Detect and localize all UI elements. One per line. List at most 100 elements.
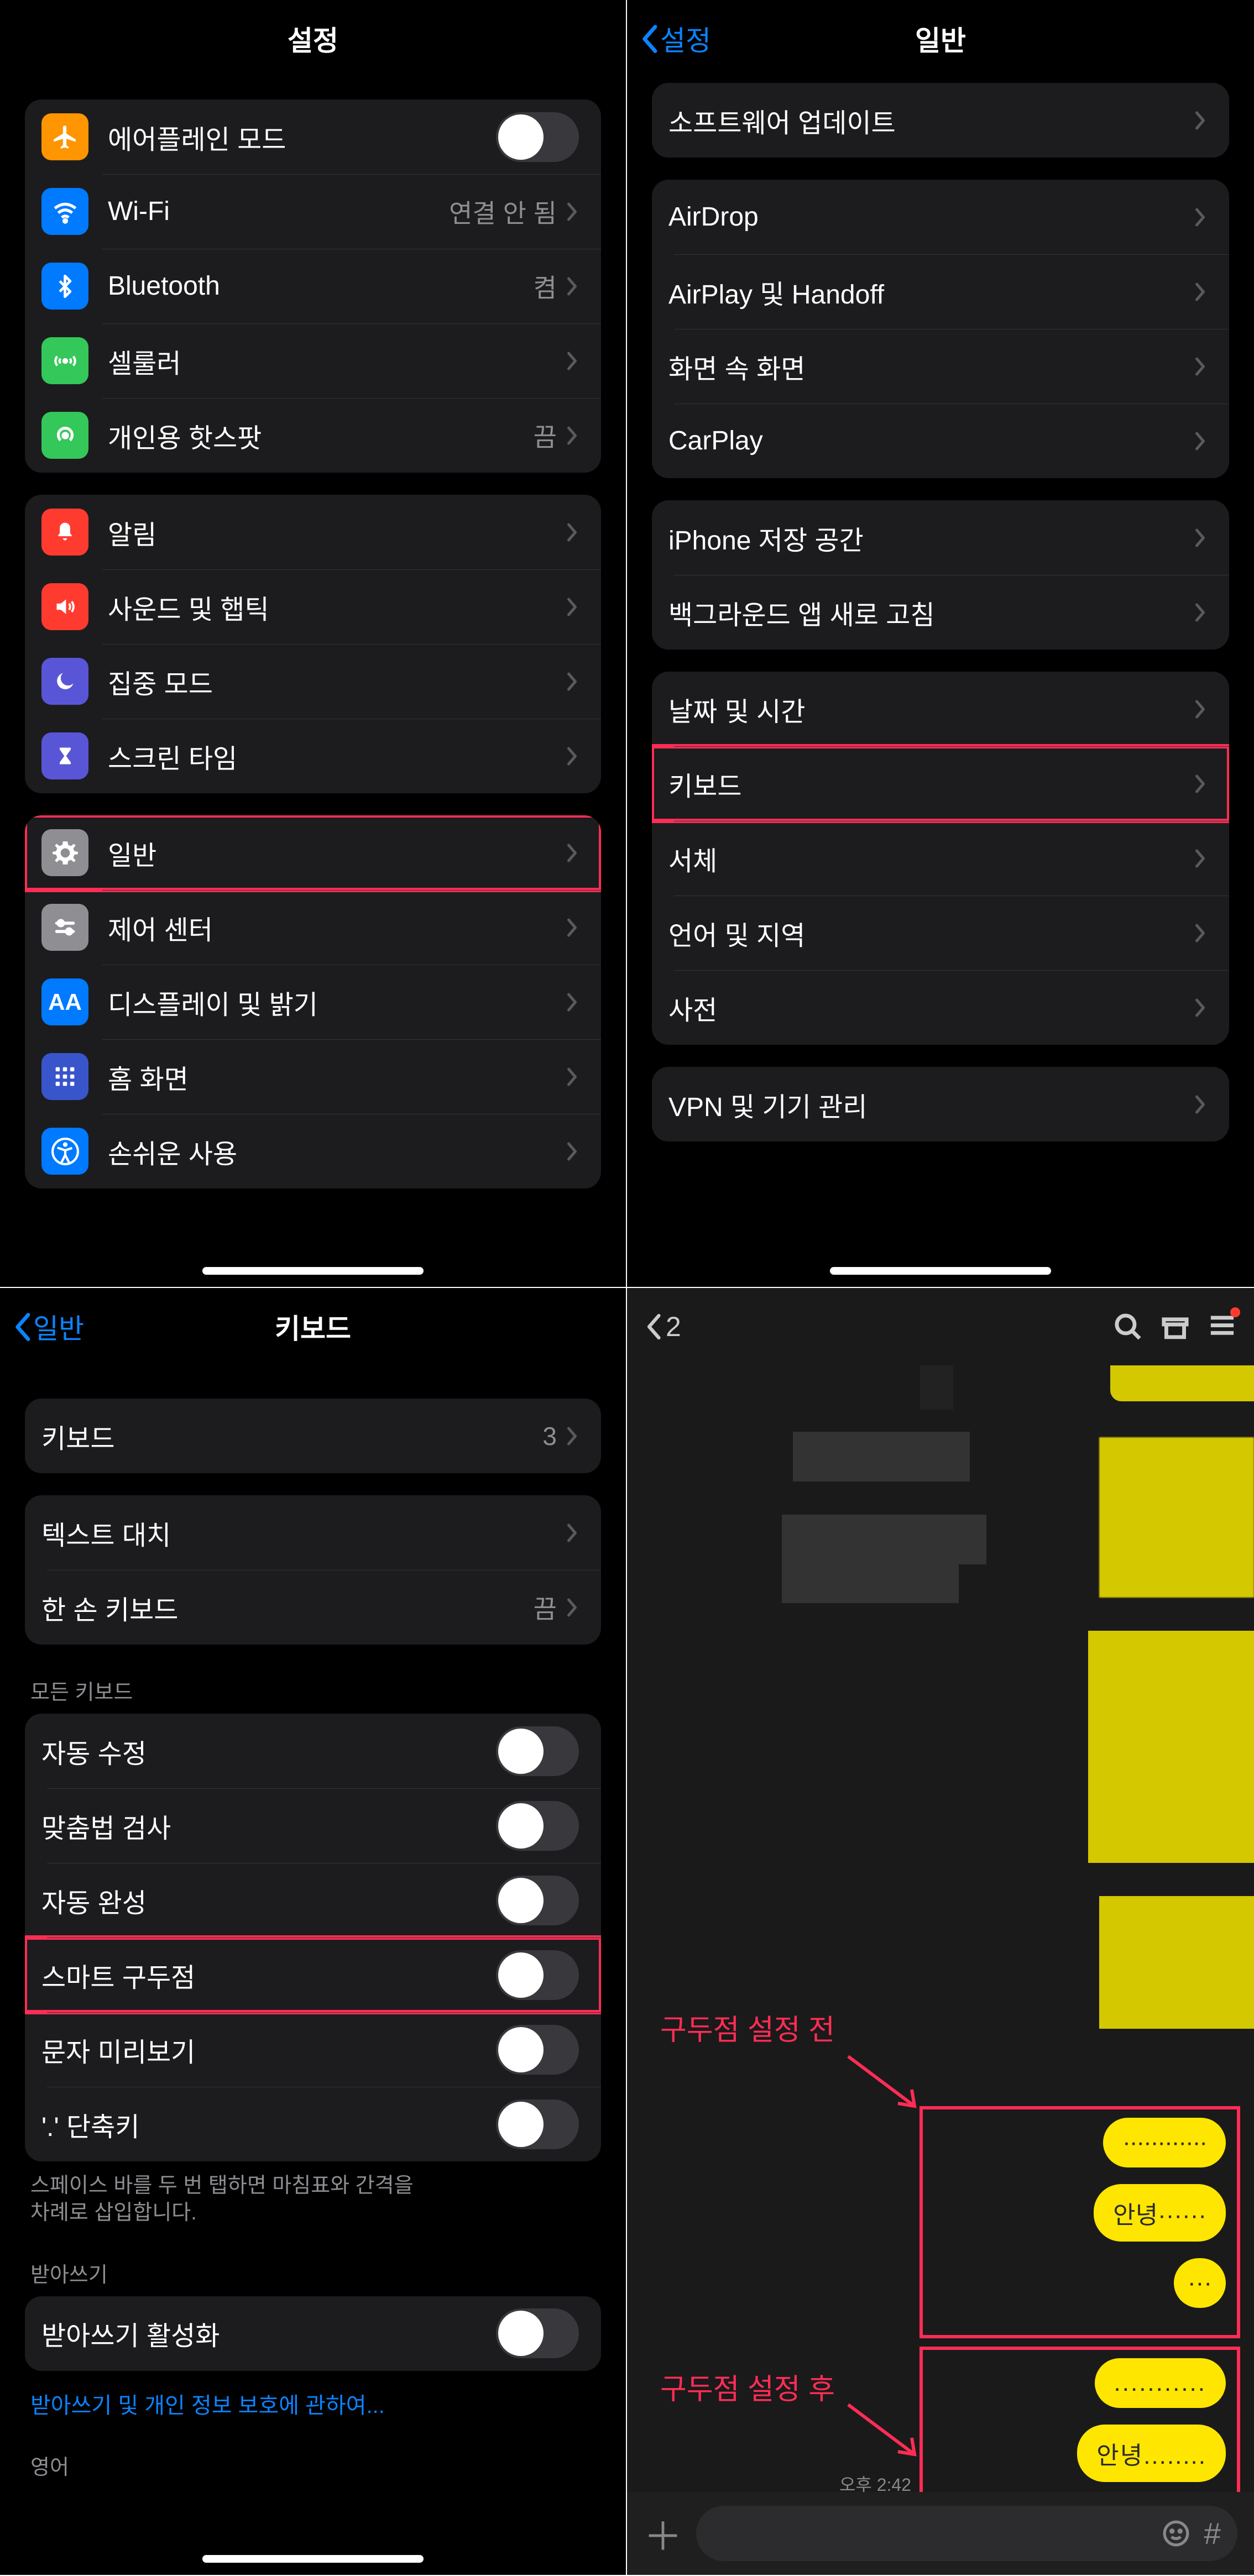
hotspot-icon [41, 412, 88, 459]
row-label: 디스플레이 및 밝기 [108, 983, 318, 1022]
settings-row[interactable]: 셀룰러 [25, 323, 601, 398]
aa-icon: AA [41, 978, 88, 1025]
row-label: 제어 센터 [108, 908, 213, 947]
row-label: 텍스트 대치 [41, 1514, 171, 1552]
settings-row[interactable]: 언어 및 지역 [652, 896, 1229, 970]
settings-row[interactable]: 자동 완성 [25, 1863, 601, 1938]
settings-row[interactable]: Bluetooth 켬 [25, 249, 601, 323]
settings-row[interactable]: 일반 [25, 815, 601, 890]
dictation-privacy-link[interactable]: 받아쓰기 및 개인 정보 보호에 관하여... [30, 2387, 595, 2420]
settings-row[interactable]: 백그라운드 앱 새로 고침 [652, 575, 1229, 650]
back-button[interactable]: 설정 [638, 19, 711, 59]
settings-row[interactable]: 맞춤법 검사 [25, 1788, 601, 1863]
toggle-switch[interactable] [496, 1950, 579, 2000]
row-detail: 끔 [534, 1589, 557, 1626]
back-button[interactable]: 2 [644, 1311, 681, 1343]
accessibility-icon [41, 1128, 88, 1175]
settings-row[interactable]: 문자 미리보기 [25, 2012, 601, 2087]
toggle-switch[interactable] [496, 2025, 579, 2075]
home-indicator[interactable] [202, 2555, 424, 2563]
header: 설정 [0, 0, 626, 77]
settings-row[interactable]: AA 디스플레이 및 밝기 [25, 965, 601, 1039]
home-indicator[interactable] [202, 1267, 424, 1275]
chat-header: 2 [627, 1288, 1254, 1365]
row-label: Bluetooth [108, 271, 220, 301]
toggle-switch[interactable] [496, 1726, 579, 1776]
back-label: 설정 [660, 19, 711, 59]
header: 일반 키보드 [0, 1288, 626, 1365]
settings-row[interactable]: 집중 모드 [25, 644, 601, 719]
row-label: 맞춤법 검사 [41, 1807, 171, 1845]
back-button[interactable]: 일반 [11, 1307, 84, 1347]
settings-row[interactable]: 화면 속 화면 [652, 329, 1229, 404]
row-label: 집중 모드 [108, 662, 213, 701]
message-input[interactable]: # [696, 2506, 1237, 2561]
row-label: iPhone 저장 공간 [668, 519, 864, 557]
message-time: 오후 2:42 [839, 2471, 911, 2492]
annotation-after: 구두점 설정 후 [660, 2366, 835, 2407]
settings-row[interactable]: 자동 수정 [25, 1714, 601, 1788]
search-icon[interactable] [1113, 1312, 1143, 1342]
settings-row[interactable]: 키보드3 [25, 1399, 601, 1473]
notification-dot [1230, 1307, 1240, 1317]
row-label: 자동 수정 [41, 1732, 147, 1771]
row-detail: 연결 안 됨 [449, 193, 557, 230]
toggle-switch[interactable] [496, 2308, 579, 2358]
chat-bubble: 안녕........ [1077, 2425, 1226, 2482]
settings-row[interactable]: 텍스트 대치 [25, 1495, 601, 1570]
cellular-icon [41, 337, 88, 384]
section-label: 영어 [30, 2450, 595, 2480]
settings-row[interactable]: 날짜 및 시간 [652, 672, 1229, 746]
settings-row[interactable]: 키보드 [652, 746, 1229, 821]
settings-row[interactable]: 스크린 타임 [25, 719, 601, 793]
grid-icon [41, 1053, 88, 1100]
plus-icon[interactable]: ＋ [644, 2506, 682, 2562]
menu-button[interactable] [1207, 1310, 1237, 1343]
archive-icon[interactable] [1160, 1312, 1190, 1342]
hash-icon[interactable]: # [1204, 2516, 1221, 2551]
row-label: 키보드 [41, 1417, 114, 1455]
settings-row[interactable]: AirPlay 및 Handoff [652, 254, 1229, 329]
settings-row[interactable]: 스마트 구두점 [25, 1938, 601, 2012]
page-title: 키보드 [275, 1307, 351, 1347]
row-label: 날짜 및 시간 [668, 690, 805, 729]
emoji-icon[interactable] [1162, 2520, 1190, 2547]
toggle-switch[interactable] [496, 112, 579, 162]
settings-row[interactable]: 알림 [25, 495, 601, 569]
settings-row[interactable]: Wi-Fi연결 안 됨 [25, 174, 601, 249]
settings-row[interactable]: iPhone 저장 공간 [652, 500, 1229, 575]
general-panel: 설정 일반 소프트웨어 업데이트 AirDropAirPlay 및 Handof… [627, 0, 1254, 1288]
row-label: 스마트 구두점 [41, 1956, 195, 1994]
settings-row[interactable]: 제어 센터 [25, 890, 601, 965]
settings-row[interactable]: 서체 [652, 821, 1229, 896]
home-indicator[interactable] [830, 1267, 1051, 1275]
settings-row[interactable]: '.' 단축키 [25, 2087, 601, 2161]
toggle-switch[interactable] [496, 1801, 579, 1851]
settings-row[interactable]: AirDrop [652, 180, 1229, 254]
settings-row[interactable]: 받아쓰기 활성화 [25, 2296, 601, 2371]
chat-bubble: ··· [1174, 2258, 1226, 2308]
settings-row[interactable]: 한 손 키보드 끔 [25, 1570, 601, 1645]
settings-row[interactable]: 개인용 핫스팟끔 [25, 398, 601, 473]
settings-row[interactable]: 홈 화면 [25, 1039, 601, 1114]
settings-row[interactable]: VPN 및 기기 관리 [652, 1067, 1229, 1142]
row-label: 한 손 키보드 [41, 1588, 178, 1627]
row-label: 키보드 [668, 765, 741, 803]
toggle-switch[interactable] [496, 1876, 579, 1925]
settings-row[interactable]: CarPlay [652, 404, 1229, 478]
row-label: AirPlay 및 Handoff [668, 273, 884, 311]
row-label: CarPlay [668, 426, 763, 456]
toggle-switch[interactable] [496, 2099, 579, 2149]
settings-row[interactable]: 에어플레인 모드 [25, 100, 601, 174]
settings-row[interactable]: 사전 [652, 970, 1229, 1045]
row-detail: 켬 [534, 268, 557, 305]
row-label: 사운드 및 햅틱 [108, 588, 269, 626]
chat-body[interactable]: 구두점 설정 전 ············ 안녕······ ··· 구두점 설… [627, 1365, 1254, 2492]
row-label: 스크린 타임 [108, 737, 237, 776]
row-label: 에어플레인 모드 [108, 118, 286, 156]
row-label: 소프트웨어 업데이트 [668, 101, 896, 140]
settings-row[interactable]: 손쉬운 사용 [25, 1114, 601, 1188]
settings-row[interactable]: 소프트웨어 업데이트 [652, 83, 1229, 158]
section-label: 받아쓰기 [30, 2258, 595, 2288]
settings-row[interactable]: 사운드 및 햅틱 [25, 569, 601, 644]
